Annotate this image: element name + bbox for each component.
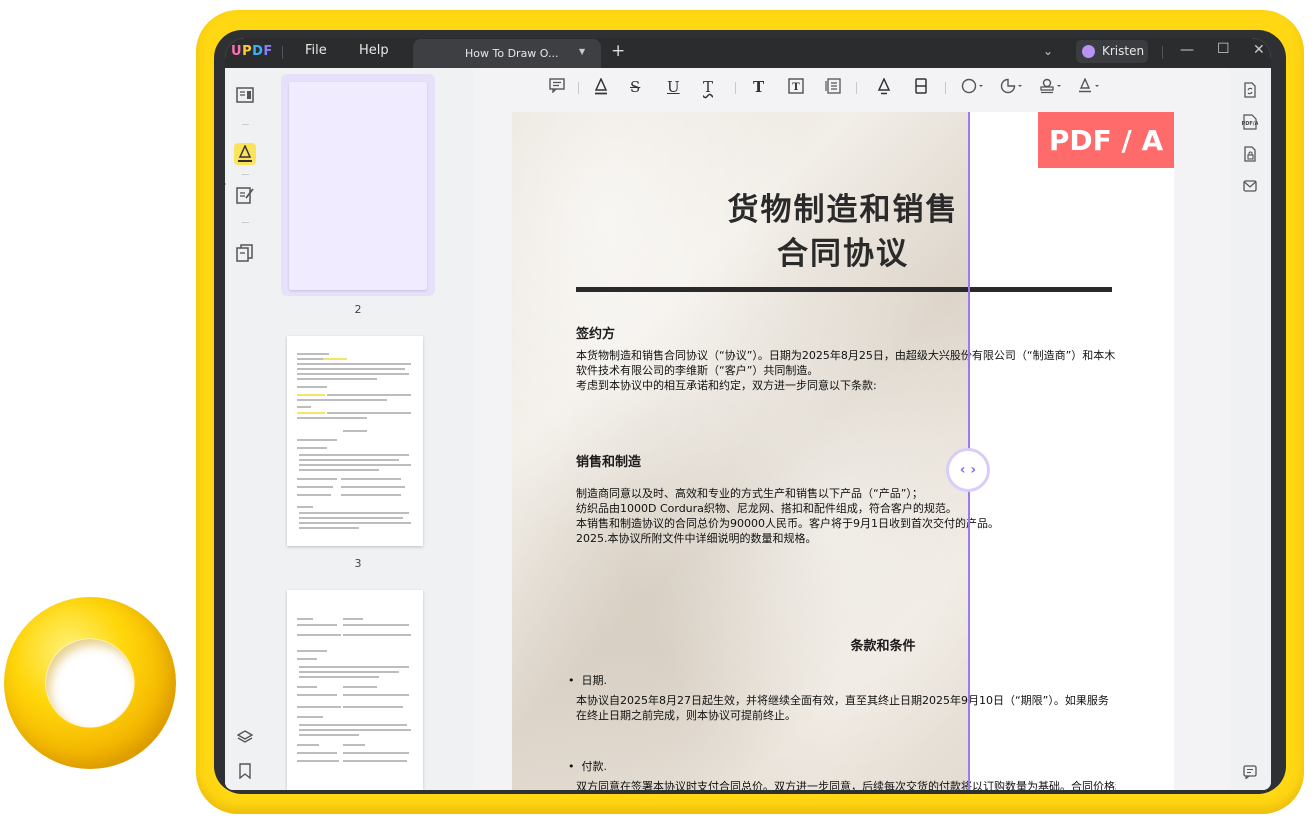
maximize-icon[interactable]: ☐ (1217, 41, 1230, 57)
active-indicator (225, 180, 226, 188)
protect-icon[interactable] (1243, 146, 1257, 166)
tab-title: How To Draw O... (465, 47, 559, 60)
squiggly-icon[interactable]: T (703, 78, 713, 96)
reader-icon[interactable] (234, 84, 256, 106)
avatar (1082, 45, 1095, 58)
date-paragraph: 本协议自2025年8月27日起生效，并将继续全面有效，直至其终止日期2025年9… (576, 694, 1109, 722)
updf-logo[interactable]: UPDF (231, 44, 273, 59)
rail-divider (242, 222, 249, 223)
svg-text:PDF/A: PDF/A (1242, 121, 1258, 127)
sales-line-4: 2025.本协议所附文件中详细说明的数量和规格。 (576, 532, 817, 545)
signature-icon[interactable] (1077, 77, 1101, 98)
toolbar-separator (945, 82, 946, 94)
pdfa-icon[interactable]: PDF/A (1242, 114, 1259, 134)
thumbnail-page-3[interactable] (287, 336, 423, 546)
bookmark-icon[interactable] (234, 760, 256, 782)
toolbar-separator (578, 82, 579, 94)
edit-icon[interactable] (234, 184, 256, 206)
minimize-icon[interactable]: — (1180, 42, 1194, 58)
rail-divider (242, 124, 249, 125)
sticker-icon[interactable] (1000, 78, 1024, 98)
section-parties-text-2: 考虑到本协议中的相互承诺和约定，双方进一步同意以下条款: (576, 379, 877, 392)
highlight-icon[interactable] (593, 77, 609, 99)
bullet-date: • 日期. (568, 674, 607, 687)
document-viewport: S U T T T PDF / A 货物制造和销售 合同协议 签约方 本货物制造… (473, 68, 1229, 790)
rail-divider (242, 174, 249, 175)
comment-toolbar: S U T T T (473, 68, 1229, 108)
document-tab[interactable]: How To Draw O... ▼ (413, 39, 601, 68)
thumbnail-page-4[interactable] (287, 590, 423, 790)
pencil-icon[interactable] (877, 77, 891, 99)
comment-icon[interactable] (234, 143, 256, 165)
app-window: UPDF File Help How To Draw O... ▼ + ⌄ Kr… (225, 38, 1271, 790)
strikethrough-icon[interactable]: S (630, 78, 640, 96)
underline-icon[interactable]: U (667, 78, 680, 96)
toolbar-separator (856, 82, 857, 94)
user-account-button[interactable]: Kristen (1076, 40, 1148, 63)
text-comment-icon[interactable]: T (753, 78, 764, 96)
textbox-icon[interactable]: T (788, 78, 804, 98)
organize-icon[interactable] (234, 242, 256, 264)
section-heading-sales: 销售和制造 (576, 455, 642, 470)
convert-icon[interactable] (1243, 82, 1257, 102)
text-callout-icon[interactable] (825, 78, 841, 98)
sales-line-1: 制造商同意以及时、高效和专业的方式生产和销售以下产品（“产品”）； (576, 487, 923, 500)
chat-icon[interactable] (1243, 764, 1257, 783)
new-tab-button[interactable]: + (611, 41, 625, 61)
title-bar: UPDF File Help How To Draw O... ▼ + ⌄ Kr… (225, 38, 1271, 68)
right-tool-rail: PDF/A (1229, 68, 1271, 790)
menu-file[interactable]: File (305, 43, 327, 58)
tab-dropdown-icon[interactable]: ▼ (579, 47, 585, 56)
section-heading-parties: 签约方 (576, 327, 616, 342)
left-tool-rail (225, 68, 265, 790)
sales-line-2: 纺织品由1000D Cordura织物、尼龙网、搭扣和配件组成，符合客户的规范。 (576, 502, 957, 515)
bullet-payment: • 付款. (568, 760, 607, 773)
document-title-line1: 货物制造和销售 (727, 192, 959, 228)
payment-paragraph: 双方同意在签署本协议时支付合同总价。双方进一步同意，后续每次交货的付款将以订购数… (576, 780, 1116, 790)
thumbnail-page-number: 2 (354, 303, 362, 316)
title-separator (282, 46, 283, 59)
chevron-down-icon[interactable]: ⌄ (1043, 44, 1053, 58)
share-icon[interactable] (1243, 178, 1257, 197)
shape-icon[interactable] (961, 78, 985, 98)
layers-icon[interactable] (234, 726, 256, 748)
thumbnail-page-image (289, 82, 427, 290)
compare-slider-handle[interactable]: ‹ › (946, 448, 990, 492)
section-heading-terms: 条款和条件 (850, 639, 916, 654)
sales-line-3: 本销售和制造协议的合同总价为90000人民币。客户将于9月1日收到首次交付的产品… (576, 517, 999, 530)
eraser-icon[interactable] (914, 78, 928, 98)
sticky-note-icon[interactable] (549, 78, 565, 97)
svg-text:T: T (792, 82, 800, 93)
thumbnail-page-number: 3 (354, 557, 362, 570)
menu-help[interactable]: Help (359, 43, 389, 58)
close-icon[interactable]: ✕ (1253, 42, 1265, 58)
document-title-line2: 合同协议 (777, 236, 909, 272)
stamp-icon[interactable] (1039, 78, 1063, 98)
pdfa-badge: PDF / A (1038, 112, 1174, 168)
toolbar-separator (735, 82, 736, 94)
section-parties-text: 本货物制造和销售合同协议（“协议”）。日期为2025年8月25日，由超级大兴股份… (576, 349, 1116, 377)
thumbnail-panel: 2 3 (265, 68, 473, 790)
title-separator (1162, 46, 1163, 59)
thumbnail-page-2-selected[interactable] (281, 74, 435, 296)
decorative-torus (4, 597, 176, 769)
user-name: Kristen (1102, 44, 1145, 58)
title-rule (576, 287, 1112, 292)
pdf-page: PDF / A 货物制造和销售 合同协议 签约方 本货物制造和销售合同协议（“协… (512, 112, 1174, 790)
